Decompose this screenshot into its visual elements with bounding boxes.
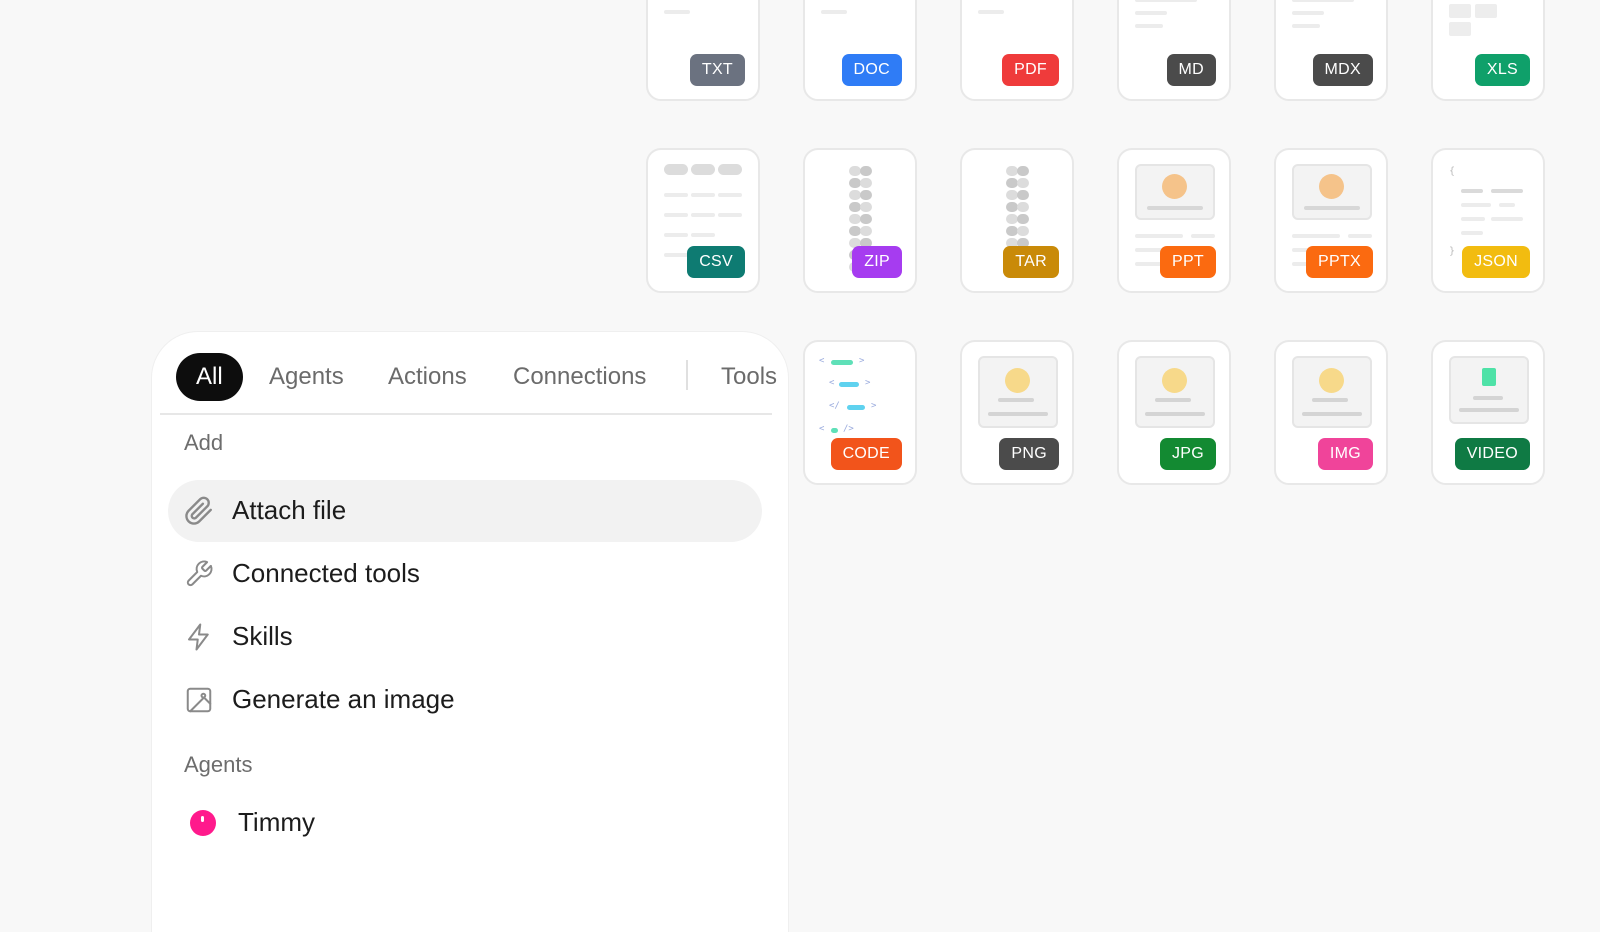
file-type-badge: MD [1166,54,1216,86]
menu-item-label: Attach file [232,495,347,525]
paperclip-icon [185,496,212,525]
file-tile-pptx[interactable]: PPTX [1274,148,1388,293]
menu-item-label: Generate an image [232,684,455,714]
file-type-badge: ZIP [852,246,902,278]
file-type-badge: JSON [1462,246,1530,278]
file-type-badge: CSV [687,246,745,278]
tab-all[interactable]: All [176,353,243,401]
file-type-badge: XLS [1474,54,1530,86]
file-tile-md[interactable]: MD [1117,0,1231,101]
file-tile-zip[interactable]: ZIP [803,148,917,293]
file-type-badge: JPG [1159,438,1216,470]
section-title-agents: Agents [184,752,253,777]
file-type-badge: TAR [1003,246,1059,278]
tab-tools[interactable]: Tools [721,353,777,401]
file-tile-pdf[interactable]: PDF [960,0,1074,101]
menu-item-label: Skills [232,621,293,651]
file-tile-img[interactable]: IMG [1274,340,1388,485]
agent-item-timmy[interactable]: Timmy [168,792,762,854]
menu-item-attach-file[interactable]: Attach file [168,480,762,542]
tab-bar-divider [160,413,772,415]
file-tile-csv[interactable]: CSV [646,148,760,293]
file-tile-video[interactable]: VIDEO [1431,340,1545,485]
file-type-badge: MDX [1312,54,1373,86]
agent-name: Timmy [238,807,316,837]
file-tile-json[interactable]: { } JSON [1431,148,1545,293]
file-tile-jpg[interactable]: JPG [1117,340,1231,485]
wrench-icon [186,560,213,587]
section-title-add: Add [184,430,224,455]
menu-item-connected-tools[interactable]: Connected tools [168,543,762,605]
menu-item-skills[interactable]: Skills [168,606,762,668]
file-tile-txt[interactable]: TXT [646,0,760,101]
file-tile-code[interactable]: < > < > </> </> CODE [803,340,917,485]
file-type-badge: VIDEO [1454,438,1530,470]
add-menu-panel: All Agents Actions Connections Tools Add… [152,332,788,932]
file-tile-tar[interactable]: TAR [960,148,1074,293]
menu-item-label: Connected tools [232,558,420,588]
lightning-icon [188,623,209,651]
tab-separator [686,360,688,390]
tab-bar: All Agents Actions Connections Tools [152,332,788,414]
file-type-badge: TXT [689,54,745,86]
file-type-badge: PPTX [1306,246,1373,278]
file-type-badge: PPT [1159,246,1216,278]
tab-connections[interactable]: Connections [513,353,646,401]
file-type-badge: PNG [999,438,1059,470]
file-tile-mdx[interactable]: MDX [1274,0,1388,101]
file-type-badge: CODE [830,438,902,470]
file-tile-xls[interactable]: XLS [1431,0,1545,101]
file-type-badge: DOC [841,54,902,86]
menu-item-generate-image[interactable]: Generate an image [168,669,762,731]
file-tile-doc[interactable]: DOC [803,0,917,101]
tab-actions[interactable]: Actions [388,353,467,401]
file-tile-png[interactable]: PNG [960,340,1074,485]
file-type-badge: IMG [1317,438,1373,470]
file-type-badge: PDF [1002,54,1059,86]
tab-agents[interactable]: Agents [269,353,344,401]
avatar-icon [190,810,216,836]
image-icon [186,687,212,713]
file-tile-ppt[interactable]: PPT [1117,148,1231,293]
